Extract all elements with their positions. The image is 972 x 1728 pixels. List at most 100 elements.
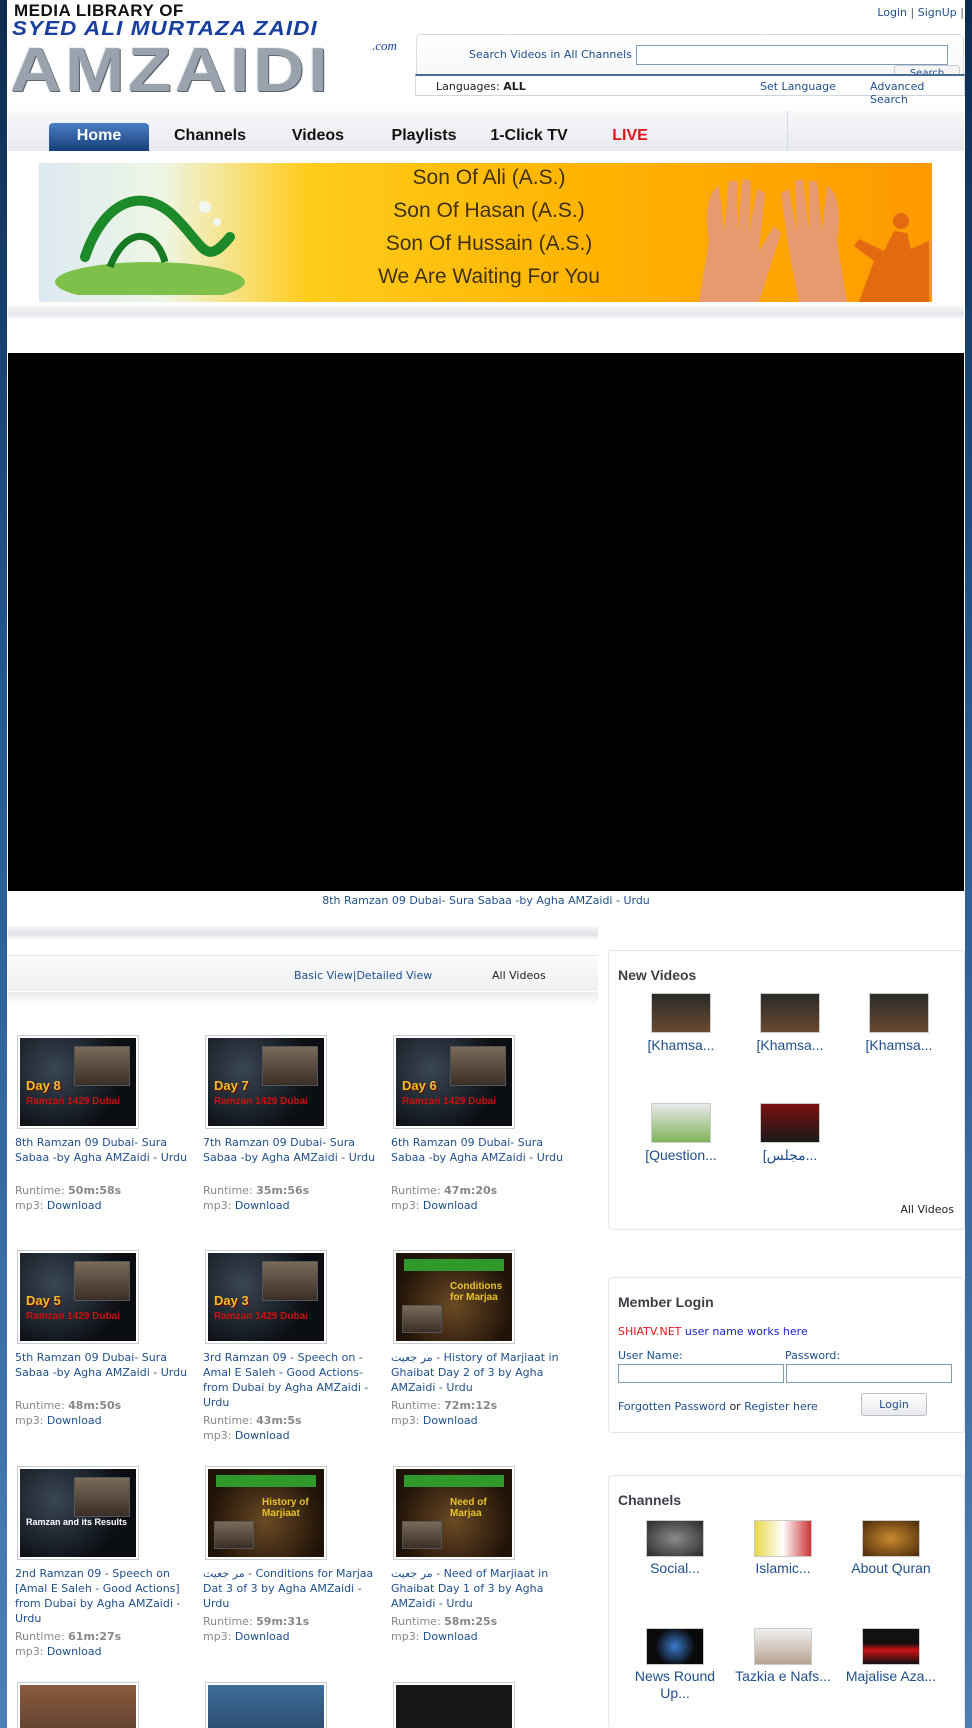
channel-thumbnail[interactable] (646, 1628, 704, 1665)
video-title[interactable]: 7th Ramzan 09 Dubai- Sura Sabaa -by Agha… (203, 1135, 383, 1165)
view-options-bar: Basic View|Detailed View All Videos (8, 955, 598, 991)
video-thumbnail[interactable] (393, 1682, 515, 1728)
channel-item[interactable]: Islamic... (727, 1520, 839, 1577)
video-thumbnail[interactable]: Day 8 Ramzan 1429 Dubai (17, 1035, 139, 1129)
new-video-thumbnail[interactable] (760, 993, 820, 1033)
video-thumbnail[interactable]: Conditions for Marjaa (393, 1250, 515, 1344)
channel-thumbnail[interactable] (754, 1520, 812, 1557)
video-thumbnail[interactable]: Day 3 Ramzan 1429 Dubai (205, 1250, 327, 1344)
signup-link[interactable]: SignUp (918, 6, 957, 19)
video-thumbnail[interactable]: Day 7 Ramzan 1429 Dubai (205, 1035, 327, 1129)
video-thumbnail[interactable]: Need of Marjaa (393, 1466, 515, 1560)
channels-title: Channels (618, 1492, 682, 1508)
download-link[interactable]: Download (235, 1429, 290, 1442)
page: MEDIA LIBRARY OF SYED ALI MURTAZA ZAIDI … (0, 0, 972, 1728)
channel-label[interactable]: Social... (619, 1560, 731, 1577)
channel-label[interactable]: Majalise Aza... (835, 1668, 947, 1685)
new-video-label[interactable]: [Khamsa... (740, 1037, 840, 1053)
password-label: Password: (785, 1349, 841, 1362)
video-runtime: Runtime: 61m:27s (15, 1630, 122, 1643)
new-video-label[interactable]: [مجلس... (740, 1147, 840, 1164)
video-thumbnail[interactable]: History of Marjiaat (205, 1466, 327, 1560)
download-link[interactable]: Download (423, 1630, 478, 1643)
video-card (15, 1682, 195, 1728)
video-player[interactable] (8, 353, 964, 891)
video-title[interactable]: 2nd Ramzan 09 - Speech on [Amal E Saleh … (15, 1566, 195, 1626)
video-download: mp3: Download (391, 1414, 478, 1427)
new-video-item[interactable]: [Khamsa... (849, 993, 949, 1053)
download-link[interactable]: Download (47, 1414, 102, 1427)
new-video-item[interactable]: [Khamsa... (740, 993, 840, 1053)
top-links-separator-2: | (960, 6, 964, 19)
video-title[interactable]: 3rd Ramzan 09 - Speech on -Amal E Saleh … (203, 1350, 383, 1410)
tab-home[interactable]: Home (49, 123, 149, 151)
video-thumbnail[interactable]: Day 6 Ramzan 1429 Dubai (393, 1035, 515, 1129)
site-logo[interactable]: MEDIA LIBRARY OF SYED ALI MURTAZA ZAIDI … (8, 0, 406, 108)
new-video-thumbnail[interactable] (869, 993, 929, 1033)
advanced-search-link[interactable]: Advanced Search (870, 80, 964, 106)
login-link[interactable]: Login (877, 6, 907, 19)
new-video-item[interactable]: [مجلس... (740, 1103, 840, 1164)
tab-videos[interactable]: Videos (270, 123, 366, 151)
banner: Son Of Ali (A.S.) Son Of Hasan (A.S.) So… (39, 163, 932, 302)
download-link[interactable]: Download (423, 1199, 478, 1212)
channel-item[interactable]: News Round Up... (619, 1628, 731, 1702)
download-link[interactable]: Download (47, 1645, 102, 1658)
video-caption[interactable]: 8th Ramzan 09 Dubai- Sura Sabaa -by Agha… (8, 894, 964, 907)
video-title[interactable]: مر جعیت - Conditions for Marjaa Dat 3 of… (203, 1566, 383, 1611)
channel-item[interactable]: About Quran (835, 1520, 947, 1577)
new-video-label[interactable]: [Khamsa... (631, 1037, 731, 1053)
register-link[interactable]: Register here (744, 1400, 818, 1413)
video-title[interactable]: 6th Ramzan 09 Dubai- Sura Sabaa -by Agha… (391, 1135, 571, 1165)
channel-thumbnail[interactable] (754, 1628, 812, 1665)
username-field[interactable] (618, 1364, 784, 1383)
set-language-link[interactable]: Set Language (760, 80, 836, 93)
download-link[interactable]: Download (235, 1199, 290, 1212)
video-runtime: Runtime: 48m:50s (15, 1399, 122, 1412)
tab-1-click-tv[interactable]: 1-Click TV (474, 123, 584, 151)
video-thumbnail[interactable]: Ramzan and its Results (17, 1466, 139, 1560)
channel-thumbnail[interactable] (646, 1520, 704, 1557)
detailed-view-link[interactable]: Detailed View (356, 969, 432, 982)
video-card (203, 1682, 383, 1728)
channel-item[interactable]: Tazkia e Nafs... (727, 1628, 839, 1685)
video-title[interactable]: 8th Ramzan 09 Dubai- Sura Sabaa -by Agha… (15, 1135, 195, 1165)
channel-label[interactable]: About Quran (835, 1560, 947, 1577)
channel-item[interactable]: Majalise Aza... (835, 1628, 947, 1685)
channel-label[interactable]: News Round Up... (619, 1668, 731, 1702)
tab-live[interactable]: LIVE (590, 123, 670, 151)
new-video-thumbnail[interactable] (651, 993, 711, 1033)
channel-label[interactable]: Islamic... (727, 1560, 839, 1577)
basic-view-link[interactable]: Basic View (294, 969, 353, 982)
new-video-item[interactable]: [Question... (631, 1103, 731, 1163)
video-title[interactable]: 5th Ramzan 09 Dubai- Sura Sabaa -by Agha… (15, 1350, 195, 1380)
video-title[interactable]: مر جعیت - History of Marjiaat in Ghaibat… (391, 1350, 571, 1395)
forgot-password-link[interactable]: Forgotten Password (618, 1400, 726, 1413)
download-link[interactable]: Download (235, 1630, 290, 1643)
channel-item[interactable]: Social... (619, 1520, 731, 1577)
new-video-thumbnail[interactable] (760, 1103, 820, 1143)
new-video-label[interactable]: [Khamsa... (849, 1037, 949, 1053)
new-video-thumbnail[interactable] (651, 1103, 711, 1143)
video-thumbnail[interactable] (205, 1682, 327, 1728)
right-border (965, 0, 972, 1728)
channel-thumbnail[interactable] (862, 1520, 920, 1557)
tab-playlists[interactable]: Playlists (374, 123, 474, 151)
new-video-label[interactable]: [Question... (631, 1147, 731, 1163)
search-input[interactable] (636, 45, 948, 65)
download-link[interactable]: Download (47, 1199, 102, 1212)
video-runtime: Runtime: 72m:12s (391, 1399, 498, 1412)
video-thumbnail[interactable] (17, 1682, 139, 1728)
channel-thumbnail[interactable] (862, 1628, 920, 1665)
new-video-item[interactable]: [Khamsa... (631, 993, 731, 1053)
download-link[interactable]: Download (423, 1414, 478, 1427)
new-videos-all-link[interactable]: All Videos (900, 1203, 954, 1216)
all-videos-link[interactable]: All Videos (492, 969, 546, 982)
login-button[interactable]: Login (861, 1393, 927, 1416)
channel-label[interactable]: Tazkia e Nafs... (727, 1668, 839, 1685)
video-thumbnail[interactable]: Day 5 Ramzan 1429 Dubai (17, 1250, 139, 1344)
tab-channels[interactable]: Channels (155, 123, 265, 151)
password-field[interactable] (786, 1364, 952, 1383)
video-title[interactable]: مر جعیت - Need of Marjiaat in Ghaibat Da… (391, 1566, 571, 1611)
banner-line-3: Son Of Hussain (A.S.) (385, 232, 593, 255)
